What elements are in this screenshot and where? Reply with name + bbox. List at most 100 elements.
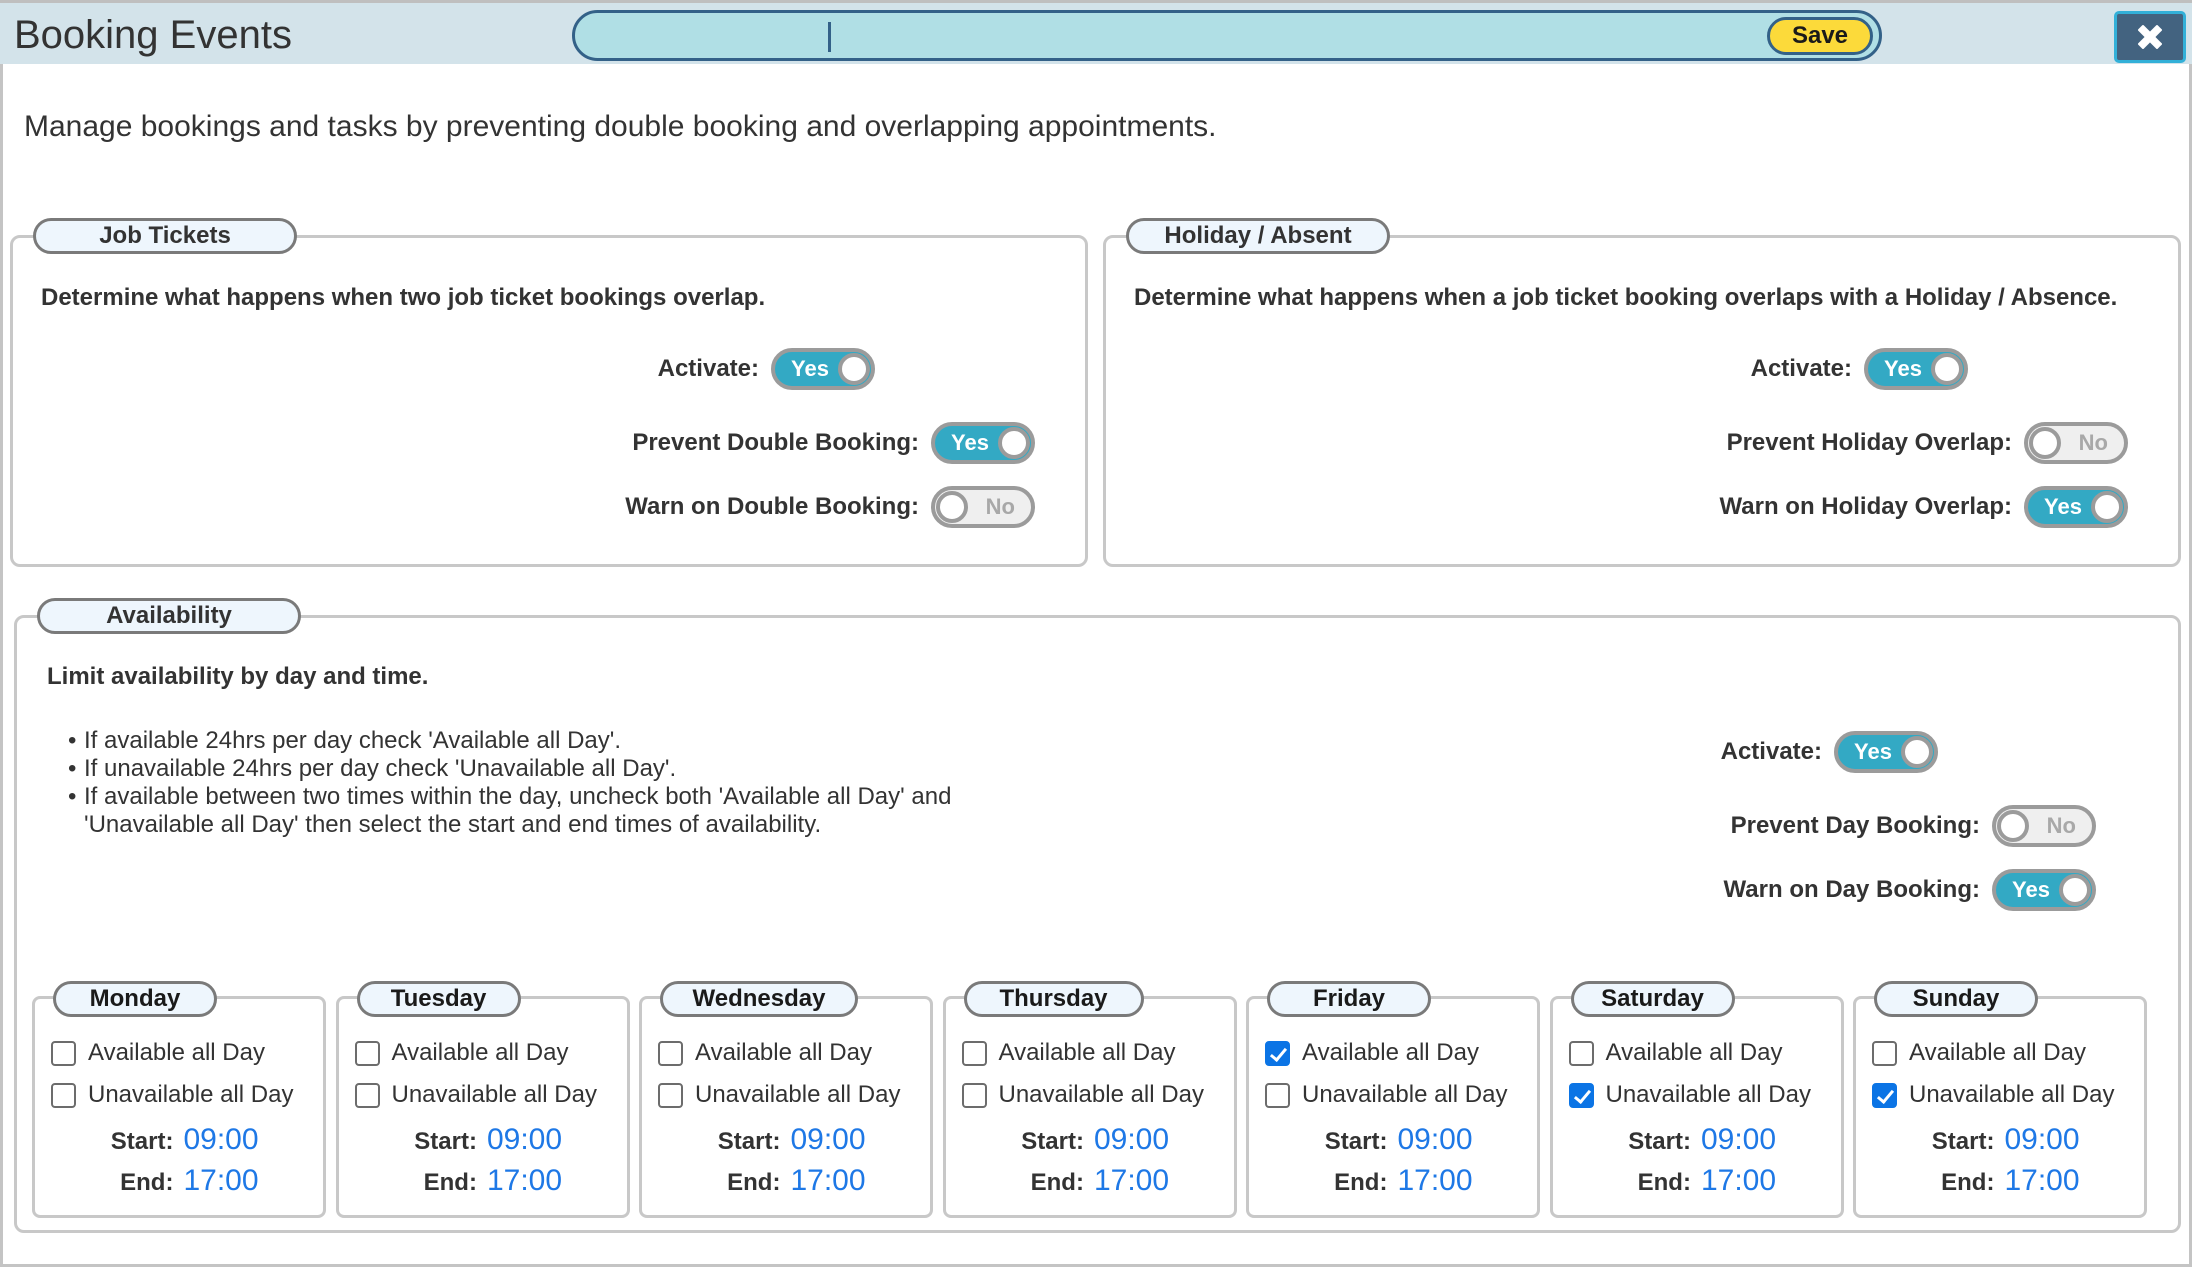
holiday-activate-toggle[interactable]: Yes [1864,348,1968,390]
close-x-icon [2138,25,2162,49]
start-time-value[interactable]: 09:00 [1094,1123,1169,1157]
unavailable-all-day-row[interactable]: Unavailable all Day [961,1081,1204,1109]
available-all-day-checkbox[interactable] [354,1040,380,1066]
unavailable-all-day-checkbox[interactable] [1872,1082,1897,1108]
job-prevent-double-toggle[interactable]: Yes [931,422,1035,464]
prevent-day-booking-toggle[interactable]: No [1992,805,2096,847]
available-all-day-row[interactable]: Available all Day [1872,1039,2086,1067]
toggle-state-text: Yes [1854,739,1892,764]
start-label: Start: [110,1128,174,1155]
start-time-value[interactable]: 09:00 [1701,1123,1776,1157]
day-card-thursday: Thursday Available all Day Unavailable a… [942,981,1237,1218]
availability-activate-label: Activate: [1720,738,1822,765]
available-all-day-checkbox[interactable] [1568,1040,1594,1066]
toggle-knob [2091,491,2123,523]
start-time-value[interactable]: 09:00 [183,1123,258,1157]
available-all-day-checkbox[interactable] [51,1040,76,1066]
end-time-row: End: 17:00 [1249,1164,1537,1198]
end-time-row: End: 17:00 [35,1164,323,1198]
end-time-row: End: 17:00 [642,1164,930,1198]
availability-legend: Availability [37,598,301,634]
start-time-value[interactable]: 09:00 [487,1123,562,1157]
save-button[interactable]: Save [1767,17,1873,55]
unavailable-all-day-label: Unavailable all Day [88,1081,294,1108]
unavailable-all-day-row[interactable]: Unavailable all Day [354,1081,597,1109]
available-all-day-row[interactable]: Available all Day [354,1039,569,1067]
start-label: Start: [1628,1128,1691,1155]
end-time-value[interactable]: 17:00 [1094,1164,1169,1198]
close-button[interactable] [2114,11,2186,63]
start-time-row: Start: 09:00 [35,1123,323,1157]
holiday-prevent-overlap-toggle[interactable]: No [2024,422,2128,464]
toggle-state-text: Yes [951,430,989,455]
available-all-day-row[interactable]: Available all Day [1568,1039,1783,1067]
start-time-value[interactable]: 09:00 [2004,1123,2079,1157]
available-all-day-label: Available all Day [88,1039,265,1066]
job-activate-label: Activate: [657,355,759,382]
available-all-day-checkbox[interactable] [1265,1040,1290,1066]
unavailable-all-day-checkbox[interactable] [1265,1082,1290,1108]
start-time-value[interactable]: 09:00 [1397,1123,1472,1157]
end-time-value[interactable]: 17:00 [1701,1164,1776,1198]
end-time-value[interactable]: 17:00 [1397,1164,1472,1198]
unavailable-all-day-row[interactable]: Unavailable all Day [51,1081,293,1109]
available-all-day-row[interactable]: Available all Day [658,1039,872,1067]
job-tickets-panel: Job Tickets Determine what happens when … [10,218,1088,567]
unavailable-all-day-checkbox[interactable] [1568,1082,1594,1108]
available-all-day-row[interactable]: Available all Day [1265,1039,1479,1067]
instruction-item: If available between two times within th… [68,783,951,811]
unavailable-all-day-checkbox[interactable] [961,1082,987,1108]
end-time-value[interactable]: 17:00 [790,1164,865,1198]
availability-instructions: If available 24hrs per day check 'Availa… [68,727,951,839]
availability-description: Limit availability by day and time. [47,663,429,690]
job-activate-row: Activate: Yes [658,348,875,390]
job-warn-double-toggle[interactable]: No [931,486,1035,528]
end-label: End: [1030,1169,1084,1196]
start-time-value[interactable]: 09:00 [790,1123,865,1157]
holiday-warn-overlap-toggle[interactable]: Yes [2024,486,2128,528]
unavailable-all-day-label: Unavailable all Day [391,1081,597,1108]
toggle-knob [838,353,870,385]
unavailable-all-day-checkbox[interactable] [51,1082,76,1108]
search-input[interactable] [593,17,823,55]
page-subtitle: Manage bookings and tasks by preventing … [24,110,1217,143]
available-all-day-checkbox[interactable] [961,1040,987,1066]
available-all-day-row[interactable]: Available all Day [51,1039,265,1067]
start-label: Start: [1931,1128,1995,1155]
day-name: Thursday [963,981,1144,1017]
end-time-value[interactable]: 17:00 [487,1164,562,1198]
unavailable-all-day-row[interactable]: Unavailable all Day [658,1081,900,1109]
job-warn-double-label: Warn on Double Booking: [625,493,919,520]
unavailable-all-day-row[interactable]: Unavailable all Day [1265,1081,1507,1109]
day-name: Sunday [1874,981,2038,1017]
end-label: End: [1637,1169,1691,1196]
unavailable-all-day-checkbox[interactable] [354,1082,380,1108]
toggle-state-text: Yes [2044,494,2082,519]
end-time-row: End: 17:00 [1553,1164,1841,1198]
toggle-state-text: Yes [2012,877,2050,902]
available-all-day-checkbox[interactable] [658,1040,683,1066]
warn-day-booking-toggle[interactable]: Yes [1992,869,2096,911]
start-time-row: Start: 09:00 [642,1123,930,1157]
unavailable-all-day-row[interactable]: Unavailable all Day [1568,1081,1811,1109]
unavailable-all-day-row[interactable]: Unavailable all Day [1872,1081,2114,1109]
available-all-day-checkbox[interactable] [1872,1040,1897,1066]
job-activate-toggle[interactable]: Yes [771,348,875,390]
day-card-sunday: Sunday Available all Day Unavailable all… [1853,981,2147,1218]
start-time-row: Start: 09:00 [1249,1123,1537,1157]
end-label: End: [1941,1169,1995,1196]
unavailable-all-day-label: Unavailable all Day [695,1081,901,1108]
instruction-item: If available 24hrs per day check 'Availa… [68,727,951,755]
end-time-value[interactable]: 17:00 [2004,1164,2079,1198]
day-card-saturday: Saturday Available all Day Unavailable a… [1549,981,1844,1218]
toggle-knob [2059,874,2091,906]
availability-activate-toggle[interactable]: Yes [1834,731,1938,773]
toggle-state-text: Yes [1884,356,1922,381]
prevent-day-booking-row: Prevent Day Booking: No [1731,805,2096,847]
search-input-secondary[interactable] [837,17,1737,55]
available-all-day-row[interactable]: Available all Day [961,1039,1176,1067]
end-time-value[interactable]: 17:00 [183,1164,258,1198]
warn-day-booking-label: Warn on Day Booking: [1723,876,1980,903]
instruction-item-continuation: 'Unavailable all Day' then select the st… [84,811,822,838]
unavailable-all-day-checkbox[interactable] [658,1082,683,1108]
